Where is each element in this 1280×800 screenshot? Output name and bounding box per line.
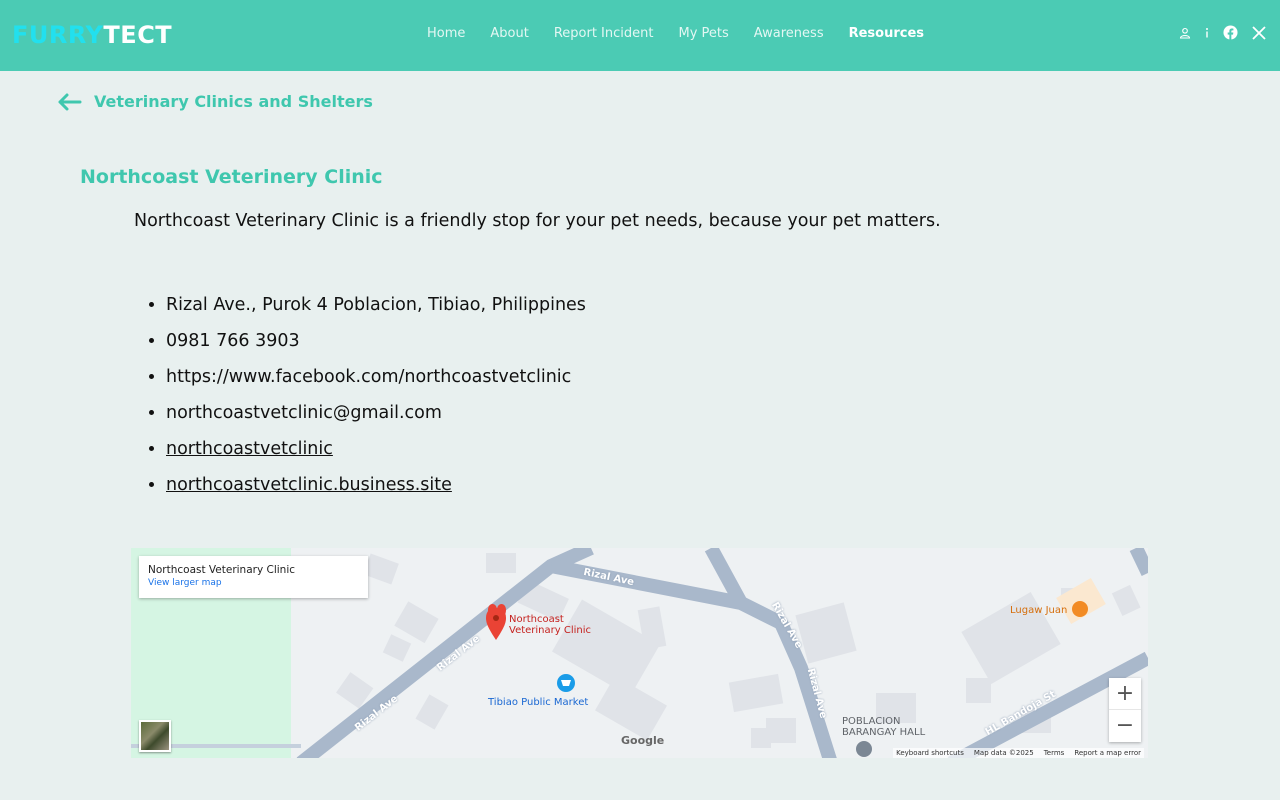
poi-hall-line1: POBLACION: [842, 716, 901, 727]
detail-phone: 0981 766 3903: [166, 323, 586, 359]
google-logo: Google: [621, 734, 665, 747]
detail-messenger: northcoastvetclinic: [166, 431, 586, 467]
detail-facebook: https://www.facebook.com/northcoastvetcl…: [166, 359, 586, 395]
detail-address: Rizal Ave., Purok 4 Poblacion, Tibiao, P…: [166, 287, 586, 323]
header-icons: [1179, 25, 1266, 40]
detail-email: northcoastvetclinic@gmail.com: [166, 395, 586, 431]
pin-label-line2: Veterinary Clinic: [509, 625, 592, 636]
x-icon[interactable]: [1252, 25, 1266, 40]
zoom-out-button[interactable]: −: [1109, 710, 1141, 742]
clinic-name: Northcoast Veterinery Clinic: [80, 166, 383, 188]
detail-facebook-text: https://www.facebook.com/northcoastvetcl…: [166, 367, 572, 387]
clinic-description: Northcoast Veterinary Clinic is a friend…: [134, 211, 941, 231]
report-map-error-link[interactable]: Report a map error: [1074, 749, 1141, 757]
main-nav: Home About Report Incident My Pets Aware…: [427, 24, 949, 44]
detail-messenger-link[interactable]: northcoastvetclinic: [166, 439, 333, 459]
map-data-text: Map data ©2025: [973, 749, 1034, 757]
back-to-list[interactable]: Veterinary Clinics and Shelters: [57, 90, 373, 114]
detail-address-text: Rizal Ave., Purok 4 Poblacion, Tibiao, P…: [166, 295, 586, 315]
satellite-toggle[interactable]: [139, 720, 171, 752]
arrow-left-icon[interactable]: [57, 90, 83, 114]
poi-hall-label[interactable]: POBLACION BARANGAY HALL: [842, 716, 925, 738]
zoom-in-button[interactable]: +: [1109, 678, 1141, 710]
nav-my-pets[interactable]: My Pets: [678, 24, 728, 44]
terms-link[interactable]: Terms: [1044, 749, 1065, 757]
poi-hall-line2: BARANGAY HALL: [842, 727, 926, 738]
nav-awareness[interactable]: Awareness: [754, 24, 824, 44]
view-larger-map-link[interactable]: View larger map: [148, 577, 359, 590]
page-title: Veterinary Clinics and Shelters: [94, 92, 373, 111]
top-navbar: FURRYTECT Home About Report Incident My …: [0, 0, 1280, 71]
facebook-icon[interactable]: [1223, 25, 1238, 40]
pin-label-line1: Northcoast: [509, 614, 564, 625]
nav-about[interactable]: About: [490, 24, 528, 44]
poi-restaurant-label[interactable]: Lugaw Juan: [1010, 605, 1067, 616]
user-icon[interactable]: [1179, 27, 1191, 39]
detail-website-link[interactable]: northcoastvetclinic.business.site: [166, 475, 452, 495]
poi-market-label[interactable]: Tibiao Public Market: [488, 697, 588, 708]
map-card-title: Northcoast Veterinary Clinic: [148, 564, 296, 576]
info-icon[interactable]: [1205, 27, 1209, 39]
map-info-card: Northcoast Veterinary Clinic View larger…: [139, 556, 368, 598]
map-footer: Keyboard shortcuts Map data ©2025 Terms …: [893, 748, 1144, 758]
clinic-details-list: Rizal Ave., Purok 4 Poblacion, Tibiao, P…: [166, 287, 586, 503]
embedded-map[interactable]: Northcoast Veterinary Clinic View larger…: [131, 548, 1148, 758]
logo-text-furry: FURRY: [12, 21, 104, 49]
site-logo[interactable]: FURRYTECT: [12, 20, 172, 50]
detail-phone-text: 0981 766 3903: [166, 331, 300, 351]
map-pin-label: Northcoast Veterinary Clinic: [509, 614, 591, 636]
detail-website: northcoastvetclinic.business.site: [166, 467, 586, 503]
nav-resources[interactable]: Resources: [849, 24, 924, 44]
detail-email-text: northcoastvetclinic@gmail.com: [166, 403, 442, 423]
map-zoom-controls: + −: [1109, 678, 1141, 742]
nav-home[interactable]: Home: [427, 24, 465, 44]
keyboard-shortcuts-link[interactable]: Keyboard shortcuts: [896, 749, 964, 757]
nav-report-incident[interactable]: Report Incident: [554, 24, 654, 44]
logo-text-tect: TECT: [103, 21, 173, 49]
